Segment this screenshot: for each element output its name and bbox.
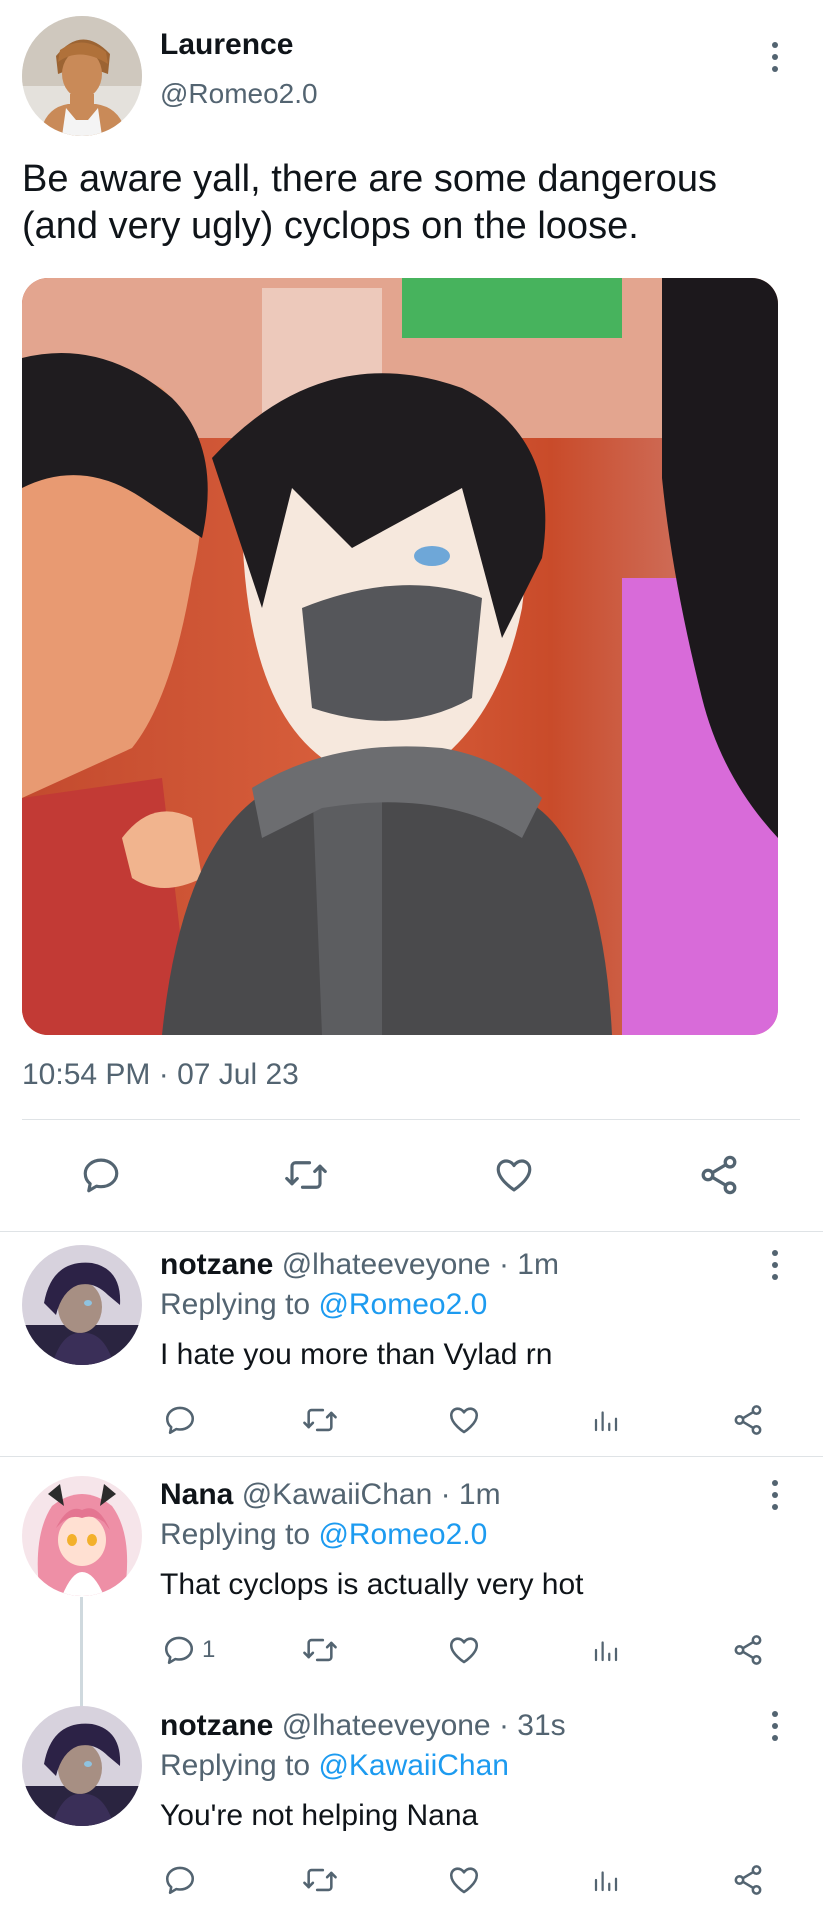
author-handle[interactable]: @Romeo2.0 bbox=[160, 78, 318, 110]
retweet-icon[interactable] bbox=[300, 1862, 340, 1898]
more-options-icon[interactable] bbox=[769, 1711, 781, 1741]
divider bbox=[0, 1231, 823, 1232]
more-options-icon[interactable] bbox=[769, 42, 781, 72]
reply-header: notzane @lhateeveyone · 31s bbox=[160, 1709, 566, 1743]
author-avatar[interactable] bbox=[22, 16, 142, 136]
replying-to-label: Replying to bbox=[160, 1518, 311, 1551]
reply-author-handle[interactable]: @KawaiiChan · 1m bbox=[242, 1478, 501, 1511]
share-icon[interactable] bbox=[696, 1152, 742, 1198]
like-icon[interactable] bbox=[445, 1632, 483, 1668]
reply-author-handle[interactable]: @lhateeveyone · 1m bbox=[282, 1248, 559, 1281]
thread-connector bbox=[80, 1597, 83, 1707]
reply-author-handle[interactable]: @lhateeveyone · 31s bbox=[282, 1709, 566, 1742]
replying-to: Replying to @KawaiiChan bbox=[160, 1749, 509, 1783]
like-icon[interactable] bbox=[445, 1402, 483, 1438]
replying-to-link[interactable]: @Romeo2.0 bbox=[318, 1288, 487, 1321]
reply-text: I hate you more than Vylad rn bbox=[160, 1338, 553, 1371]
reply-author-name[interactable]: notzane bbox=[160, 1709, 273, 1742]
reply-author-name[interactable]: notzane bbox=[160, 1248, 273, 1281]
replying-to: Replying to @Romeo2.0 bbox=[160, 1518, 487, 1552]
reply-avatar[interactable] bbox=[22, 1476, 142, 1596]
reply-count: 1 bbox=[202, 1636, 216, 1663]
reply-avatar[interactable] bbox=[22, 1245, 142, 1365]
tweet-text: Be aware yall, there are some dangerous … bbox=[22, 158, 717, 247]
retweet-icon[interactable] bbox=[300, 1632, 340, 1668]
author-name[interactable]: Laurence bbox=[160, 28, 293, 62]
like-icon[interactable] bbox=[445, 1862, 483, 1898]
reply-icon[interactable] bbox=[78, 1152, 124, 1198]
analytics-icon[interactable] bbox=[589, 1862, 623, 1898]
like-icon[interactable] bbox=[490, 1152, 538, 1198]
share-icon[interactable] bbox=[730, 1402, 766, 1438]
reply-avatar[interactable] bbox=[22, 1706, 142, 1826]
reply-icon[interactable] bbox=[162, 1862, 198, 1898]
reply-header: Nana @KawaiiChan · 1m bbox=[160, 1478, 501, 1512]
reply-text: That cyclops is actually very hot bbox=[160, 1568, 584, 1601]
retweet-icon[interactable] bbox=[300, 1402, 340, 1438]
divider bbox=[0, 1456, 823, 1457]
more-options-icon[interactable] bbox=[769, 1480, 781, 1510]
more-options-icon[interactable] bbox=[769, 1250, 781, 1280]
replying-to: Replying to @Romeo2.0 bbox=[160, 1288, 487, 1322]
reply-icon[interactable]: 1 bbox=[162, 1632, 232, 1668]
share-icon[interactable] bbox=[730, 1632, 766, 1668]
replying-to-label: Replying to bbox=[160, 1749, 311, 1782]
replying-to-link[interactable]: @Romeo2.0 bbox=[318, 1518, 487, 1551]
analytics-icon[interactable] bbox=[589, 1402, 623, 1438]
reply-author-name[interactable]: Nana bbox=[160, 1478, 233, 1511]
replying-to-link[interactable]: @KawaiiChan bbox=[318, 1749, 509, 1782]
reply-text: You're not helping Nana bbox=[160, 1799, 479, 1832]
tweet-image[interactable] bbox=[22, 278, 778, 1035]
retweet-icon[interactable] bbox=[282, 1152, 330, 1198]
reply-header: notzane @lhateeveyone · 1m bbox=[160, 1248, 559, 1282]
reply-icon[interactable] bbox=[162, 1402, 198, 1438]
divider bbox=[22, 1119, 800, 1120]
replying-to-label: Replying to bbox=[160, 1288, 311, 1321]
analytics-icon[interactable] bbox=[589, 1632, 623, 1668]
share-icon[interactable] bbox=[730, 1862, 766, 1898]
tweet-timestamp: 10:54 PM · 07 Jul 23 bbox=[22, 1058, 299, 1091]
